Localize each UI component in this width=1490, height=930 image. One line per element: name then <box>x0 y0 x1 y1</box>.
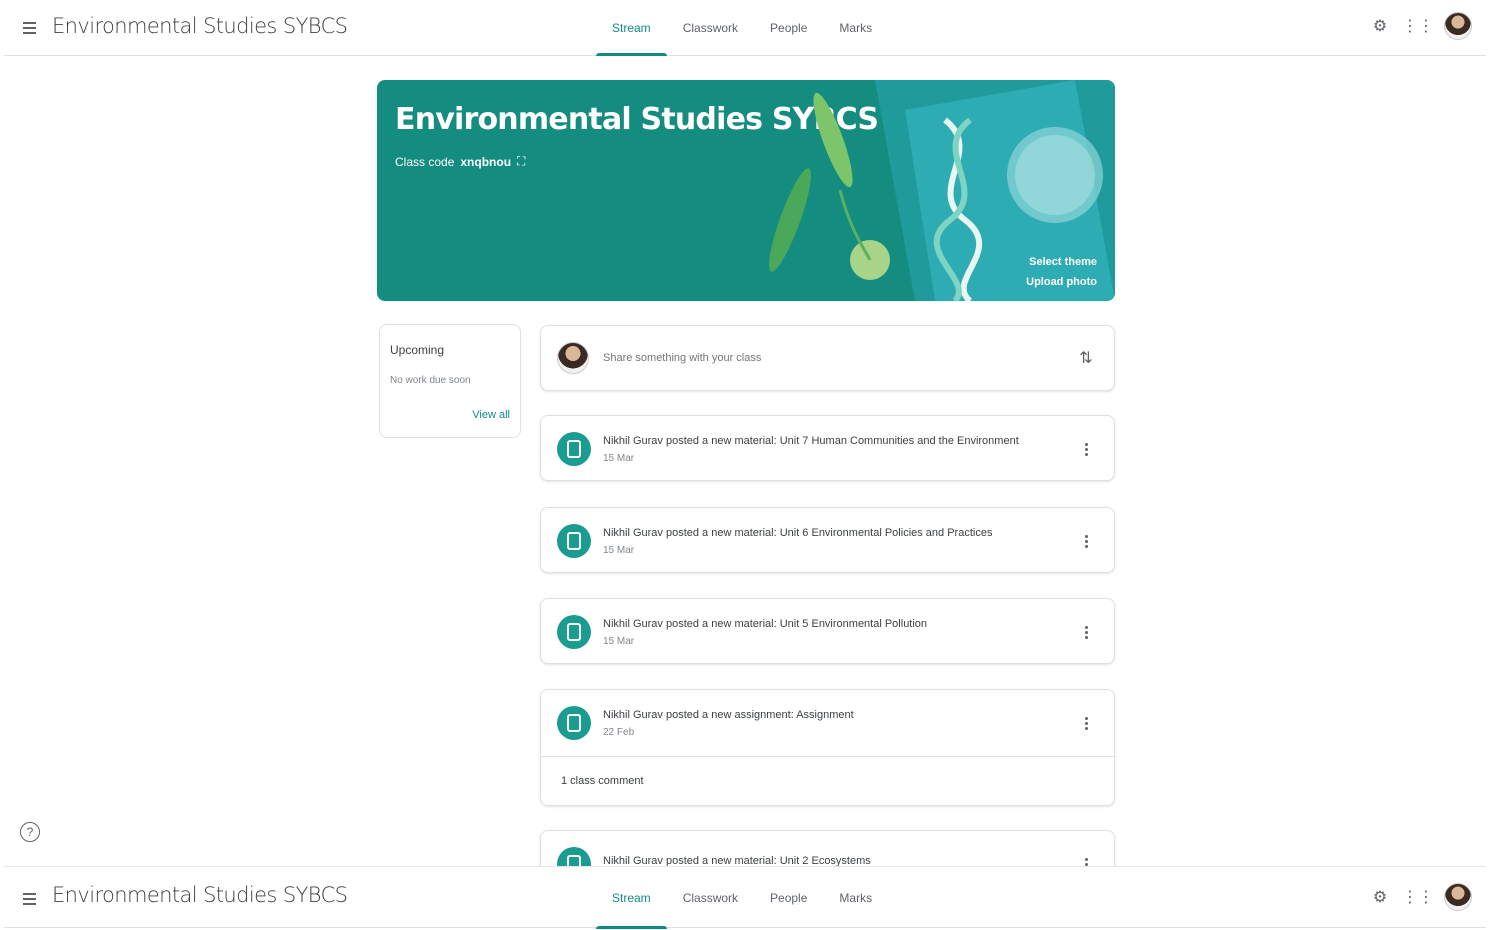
tab-stream[interactable]: Stream <box>596 867 667 929</box>
class-code[interactable]: Class code xnqbnou ⛶ <box>395 154 525 169</box>
tab-people[interactable]: People <box>754 0 823 56</box>
avatar[interactable] <box>1444 883 1472 911</box>
settings-icon[interactable]: ⚙ <box>1368 14 1392 38</box>
stream-post[interactable]: Nikhil Gurav posted a new material: Unit… <box>540 598 1115 664</box>
tab-marks[interactable]: Marks <box>823 0 888 56</box>
stream-post[interactable]: Nikhil Gurav posted a new material: Unit… <box>540 830 1115 866</box>
post-title: Nikhil Gurav posted a new assignment: As… <box>603 708 854 721</box>
class-tabs: Stream Classwork People Marks <box>596 0 888 56</box>
tab-stream[interactable]: Stream <box>596 0 667 56</box>
stream-post[interactable]: Nikhil Gurav posted a new assignment: As… <box>540 689 1115 806</box>
post-title: Nikhil Gurav posted a new material: Unit… <box>603 434 1019 447</box>
avatar <box>557 342 589 374</box>
more-options-icon[interactable] <box>1074 711 1098 735</box>
tab-marks[interactable]: Marks <box>823 867 888 929</box>
class-title[interactable]: Environmental Studies SYBCS <box>52 883 348 907</box>
upcoming-panel: Upcoming No work due soon View all <box>379 324 521 438</box>
upcoming-heading: Upcoming <box>390 343 445 357</box>
post-date: 15 Mar <box>603 635 635 647</box>
tab-people[interactable]: People <box>754 867 823 929</box>
post-date: 15 Mar <box>603 452 635 464</box>
material-icon <box>557 524 591 558</box>
class-banner: Environmental Studies SYBCS Class code x… <box>377 80 1115 301</box>
apps-icon[interactable]: ⋮⋮ <box>1402 885 1434 909</box>
more-options-icon[interactable] <box>1074 529 1098 553</box>
menu-icon[interactable] <box>20 18 40 38</box>
material-icon <box>557 615 591 649</box>
assignment-icon <box>557 706 591 740</box>
menu-icon[interactable] <box>20 889 40 909</box>
select-theme-link[interactable]: Select theme <box>1026 252 1097 272</box>
material-icon <box>557 432 591 466</box>
tab-classwork[interactable]: Classwork <box>667 867 754 929</box>
stream-post[interactable]: Nikhil Gurav posted a new material: Unit… <box>540 507 1115 573</box>
upcoming-empty-text: No work due soon <box>390 375 471 386</box>
upload-photo-link[interactable]: Upload photo <box>1026 272 1097 292</box>
avatar[interactable] <box>1444 12 1472 40</box>
more-options-icon[interactable] <box>1074 437 1098 461</box>
class-code-label: Class code <box>395 154 455 169</box>
view-all-link[interactable]: View all <box>472 409 510 421</box>
top-actions: ⚙ ⋮⋮ <box>1368 883 1472 911</box>
viewport: Environmental Studies SYBCS Stream Class… <box>0 0 1490 866</box>
more-options-icon[interactable] <box>1074 852 1098 866</box>
post-title: Nikhil Gurav posted a new material: Unit… <box>603 855 871 866</box>
stream-post[interactable]: Nikhil Gurav posted a new material: Unit… <box>540 415 1115 481</box>
post-title: Nikhil Gurav posted a new material: Unit… <box>603 617 928 630</box>
top-app-bar: Environmental Studies SYBCS Stream Class… <box>4 0 1486 56</box>
post-date: 22 Feb <box>603 726 635 738</box>
tab-classwork[interactable]: Classwork <box>667 0 754 56</box>
top-actions: ⚙ ⋮⋮ <box>1368 12 1472 40</box>
class-title[interactable]: Environmental Studies SYBCS <box>52 14 348 38</box>
class-tabs: Stream Classwork People Marks <box>596 867 888 929</box>
repost-icon[interactable]: ⇅ <box>1074 346 1098 370</box>
material-icon <box>557 847 591 866</box>
more-options-icon[interactable] <box>1074 620 1098 644</box>
help-icon[interactable]: ? <box>20 822 40 842</box>
second-app-bar: Environmental Studies SYBCS Stream Class… <box>4 866 1486 929</box>
class-code-value: xnqbnou <box>460 154 512 169</box>
class-comments-link[interactable]: 1 class comment <box>541 756 1114 804</box>
share-box[interactable]: ⇅ <box>540 325 1115 391</box>
settings-icon[interactable]: ⚙ <box>1368 885 1392 909</box>
post-date: 15 Mar <box>603 544 635 556</box>
fullscreen-icon[interactable]: ⛶ <box>517 154 525 169</box>
post-title: Nikhil Gurav posted a new material: Unit… <box>603 526 993 539</box>
banner-actions: Select theme Upload photo <box>1026 252 1097 292</box>
share-input[interactable] <box>603 352 1074 364</box>
apps-icon[interactable]: ⋮⋮ <box>1402 14 1434 38</box>
